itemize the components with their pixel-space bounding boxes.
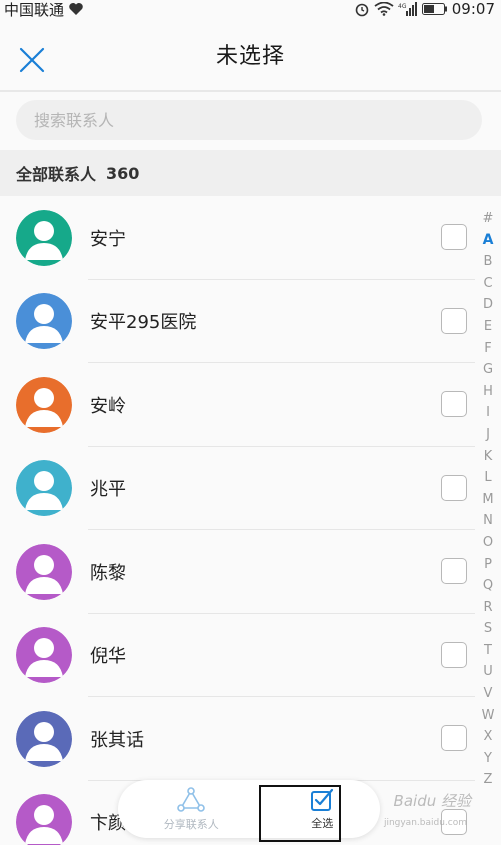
contact-checkbox[interactable]	[441, 307, 467, 334]
alpha-letter[interactable]: T	[484, 640, 492, 662]
contact-name: 兆平	[90, 479, 126, 501]
person-icon	[16, 794, 72, 845]
contact-checkbox[interactable]	[441, 558, 467, 584]
alpha-letter[interactable]: N	[483, 510, 493, 532]
alpha-letter[interactable]: L	[484, 467, 491, 489]
contact-checkbox[interactable]	[441, 224, 467, 250]
alpha-letter[interactable]: O	[483, 532, 493, 554]
status-left: 中国联通	[4, 0, 84, 20]
avatar	[16, 794, 72, 845]
alpha-letter[interactable]: S	[484, 618, 492, 640]
page-title: 未选择	[215, 44, 285, 69]
alpha-letter[interactable]: #	[483, 208, 494, 230]
contact-row[interactable]: 张其话	[0, 697, 475, 781]
alarm-icon	[354, 1, 370, 17]
svg-text:4G: 4G	[398, 3, 407, 10]
alpha-letter[interactable]: W	[482, 705, 495, 727]
status-bar: 中国联通 4G 09:07	[0, 0, 501, 20]
contact-name: 倪华	[90, 646, 126, 668]
contact-row[interactable]: 安平295医院	[0, 280, 475, 364]
share-contacts-label: 分享联系人	[163, 817, 219, 831]
contact-row[interactable]: 倪华	[0, 614, 475, 698]
contact-count: 360	[106, 163, 140, 183]
contact-row[interactable]: 安宁	[0, 196, 475, 280]
alpha-letter[interactable]: Q	[483, 575, 493, 597]
carrier-label: 中国联通	[4, 0, 65, 19]
close-icon	[19, 47, 45, 73]
alpha-letter[interactable]: M	[482, 489, 493, 511]
alpha-letter[interactable]: R	[483, 597, 492, 619]
avatar	[16, 460, 72, 517]
contact-name: 安平295医院	[90, 312, 197, 334]
contact-checkbox[interactable]	[441, 725, 467, 751]
watermark-sub: jingyan.baidu.com	[383, 818, 467, 828]
search-box[interactable]	[16, 100, 482, 140]
status-right: 4G 09:07	[354, 0, 495, 18]
section-header: 全部联系人 360	[0, 150, 501, 196]
header-divider	[0, 90, 501, 92]
wifi-icon	[374, 2, 394, 16]
contact-row[interactable]: 陈黎	[0, 530, 475, 614]
alphabet-index[interactable]: # A B C D E F G H I J K L M N O P Q R S T U V W X Y Z	[479, 208, 497, 791]
share-contacts-button[interactable]: 分享联系人	[152, 780, 231, 838]
battery-icon	[421, 3, 448, 15]
contact-name: 张其话	[90, 729, 144, 751]
contact-row[interactable]: 安岭	[0, 363, 475, 447]
alpha-letter[interactable]: U	[483, 661, 493, 683]
contact-list: 安宁 安平295医院 安岭 兆平 陈黎 倪华 张其话 卞颜	[0, 196, 475, 845]
contact-name: 安宁	[90, 228, 126, 250]
alpha-letter[interactable]: Z	[484, 769, 493, 791]
avatar	[16, 543, 72, 600]
alpha-letter[interactable]: K	[484, 446, 493, 468]
avatar	[16, 209, 72, 266]
alpha-letter[interactable]: D	[483, 294, 493, 316]
person-icon	[16, 627, 72, 684]
avatar	[16, 710, 72, 767]
checkbox-checked-icon	[311, 788, 334, 811]
heart-icon	[68, 2, 84, 16]
bottom-action-bar: 分享联系人 全选	[118, 780, 380, 838]
person-icon	[16, 710, 72, 767]
close-button[interactable]	[14, 42, 50, 78]
contact-checkbox[interactable]	[441, 641, 467, 668]
share-icon	[177, 786, 206, 812]
alpha-letter[interactable]: X	[484, 726, 493, 748]
avatar	[16, 376, 72, 433]
section-label: 全部联系人	[16, 165, 97, 184]
alpha-letter[interactable]: G	[483, 359, 493, 381]
alpha-letter[interactable]: P	[484, 554, 492, 576]
signal-icon: 4G	[398, 2, 418, 16]
alpha-letter[interactable]: F	[484, 338, 491, 360]
alpha-letter[interactable]: C	[483, 273, 492, 295]
contact-name: 陈黎	[90, 562, 126, 584]
contact-checkbox[interactable]	[441, 391, 467, 417]
contact-row[interactable]: 兆平	[0, 447, 475, 531]
contact-name: 安岭	[90, 395, 126, 417]
select-all-button[interactable]: 全选	[298, 780, 346, 838]
status-time: 09:07	[451, 0, 495, 18]
alpha-letter[interactable]: E	[484, 316, 492, 338]
header: 未选择	[0, 18, 501, 90]
person-icon	[16, 293, 72, 350]
search-input[interactable]	[34, 110, 482, 130]
person-icon	[16, 460, 72, 517]
alpha-letter[interactable]: I	[486, 402, 490, 424]
select-all-label: 全选	[311, 816, 334, 830]
alpha-letter[interactable]: H	[483, 381, 493, 403]
person-icon	[16, 209, 72, 266]
avatar	[16, 627, 72, 684]
person-icon	[16, 376, 72, 433]
alpha-letter[interactable]: V	[484, 683, 493, 705]
alpha-letter[interactable]: A	[483, 230, 494, 252]
alpha-letter[interactable]: B	[484, 251, 493, 273]
watermark: Baidu 经验	[393, 792, 471, 810]
alpha-letter[interactable]: J	[486, 424, 490, 446]
avatar	[16, 293, 72, 350]
alpha-letter[interactable]: Y	[484, 748, 492, 770]
person-icon	[16, 543, 72, 600]
contact-checkbox[interactable]	[441, 474, 467, 501]
